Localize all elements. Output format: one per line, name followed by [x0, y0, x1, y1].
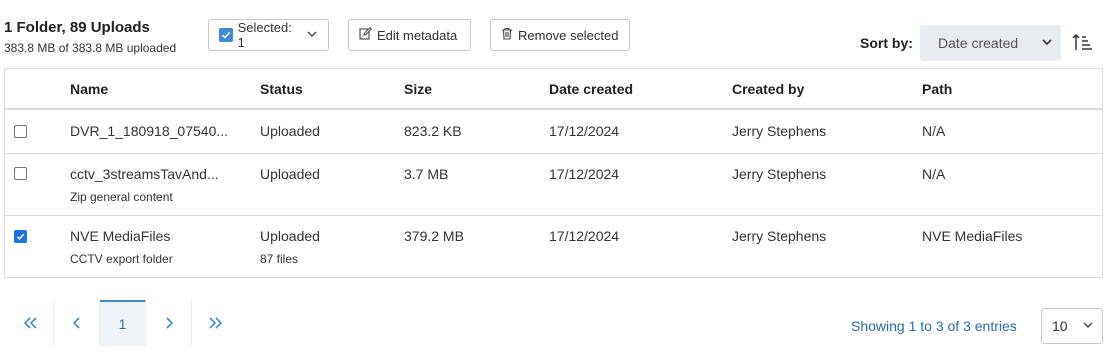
- page-size-value: 10: [1052, 318, 1068, 334]
- chevron-left-icon: [72, 317, 80, 329]
- row-date-created: 17/12/2024: [549, 166, 620, 182]
- selected-count-dropdown[interactable]: Selected: 1: [208, 19, 329, 51]
- row-date-created: 17/12/2024: [549, 123, 620, 139]
- entries-summary: Showing 1 to 3 of 3 entries: [851, 318, 1017, 334]
- sort-by-label: Sort by:: [860, 35, 913, 51]
- row-name[interactable]: DVR_1_180918_07540...: [70, 123, 228, 139]
- upload-summary-subtitle: 383.8 MB of 383.8 MB uploaded: [4, 41, 177, 55]
- chevron-down-icon: [1041, 35, 1053, 51]
- chevron-right-icon: [165, 317, 173, 329]
- uploads-table: Name Status Size Date created Created by…: [4, 68, 1103, 278]
- selected-count-label: Selected: 1: [237, 20, 292, 50]
- row-status-subtitle: 87 files: [260, 252, 299, 266]
- row-status: Uploaded: [260, 123, 320, 139]
- table-header: Name Status Size Date created Created by…: [5, 69, 1102, 110]
- row-checkbox[interactable]: [14, 167, 27, 180]
- edit-metadata-button[interactable]: Edit metadata: [348, 19, 471, 51]
- first-page-button[interactable]: [8, 300, 54, 346]
- checkmark-icon: [16, 233, 25, 240]
- sort-by-value: Date created: [938, 35, 1019, 51]
- row-path: N/A: [922, 123, 946, 139]
- column-header-created-by[interactable]: Created by: [732, 81, 804, 97]
- row-checkbox[interactable]: [14, 230, 27, 243]
- row-status: Uploaded: [260, 166, 320, 182]
- row-size: 379.2 MB: [404, 228, 464, 244]
- row-status: Uploaded: [260, 228, 320, 244]
- checkbox-checked-icon: [219, 28, 233, 42]
- row-created-by: Jerry Stephens: [732, 166, 827, 182]
- sort-ascending-icon[interactable]: [1071, 31, 1093, 53]
- page-size-select[interactable]: 10: [1041, 308, 1103, 344]
- edit-metadata-label: Edit metadata: [377, 27, 458, 43]
- row-name-subtitle: Zip general content: [70, 190, 173, 204]
- row-path: N/A: [922, 166, 946, 182]
- chevron-down-icon: [306, 28, 318, 43]
- row-date-created: 17/12/2024: [549, 228, 620, 244]
- column-header-status[interactable]: Status: [260, 81, 303, 97]
- row-path: NVE MediaFiles: [922, 228, 1023, 244]
- double-chevron-left-icon: [23, 317, 37, 329]
- column-header-date-created[interactable]: Date created: [549, 81, 633, 97]
- trash-icon: [501, 27, 513, 43]
- row-size: 823.2 KB: [404, 123, 462, 139]
- column-header-name[interactable]: Name: [70, 81, 108, 97]
- upload-summary-title: 1 Folder, 89 Uploads: [4, 19, 150, 36]
- column-header-size[interactable]: Size: [404, 81, 432, 97]
- remove-selected-label: Remove selected: [518, 27, 619, 43]
- pagination: 1: [8, 300, 238, 346]
- previous-page-button[interactable]: [54, 300, 100, 346]
- next-page-button[interactable]: [146, 300, 192, 346]
- row-created-by: Jerry Stephens: [732, 228, 827, 244]
- row-name[interactable]: cctv_3streamsTavAnd...: [70, 166, 219, 182]
- row-created-by: Jerry Stephens: [732, 123, 827, 139]
- page-button-current[interactable]: 1: [100, 300, 146, 346]
- column-header-path[interactable]: Path: [922, 81, 952, 97]
- double-chevron-right-icon: [209, 317, 223, 329]
- row-checkbox[interactable]: [14, 125, 27, 138]
- table-row[interactable]: DVR_1_180918_07540... Uploaded 823.2 KB …: [5, 112, 1102, 154]
- table-row[interactable]: cctv_3streamsTavAnd... Zip general conte…: [5, 154, 1102, 216]
- last-page-button[interactable]: [192, 300, 238, 346]
- edit-icon: [359, 27, 373, 43]
- row-name-subtitle: CCTV export folder: [70, 252, 173, 266]
- row-size: 3.7 MB: [404, 166, 449, 182]
- chevron-down-icon: [1082, 318, 1094, 334]
- sort-by-select[interactable]: Date created: [920, 25, 1061, 61]
- remove-selected-button[interactable]: Remove selected: [490, 19, 630, 51]
- row-name[interactable]: NVE MediaFiles: [70, 228, 170, 244]
- table-row[interactable]: NVE MediaFiles CCTV export folder Upload…: [5, 216, 1102, 277]
